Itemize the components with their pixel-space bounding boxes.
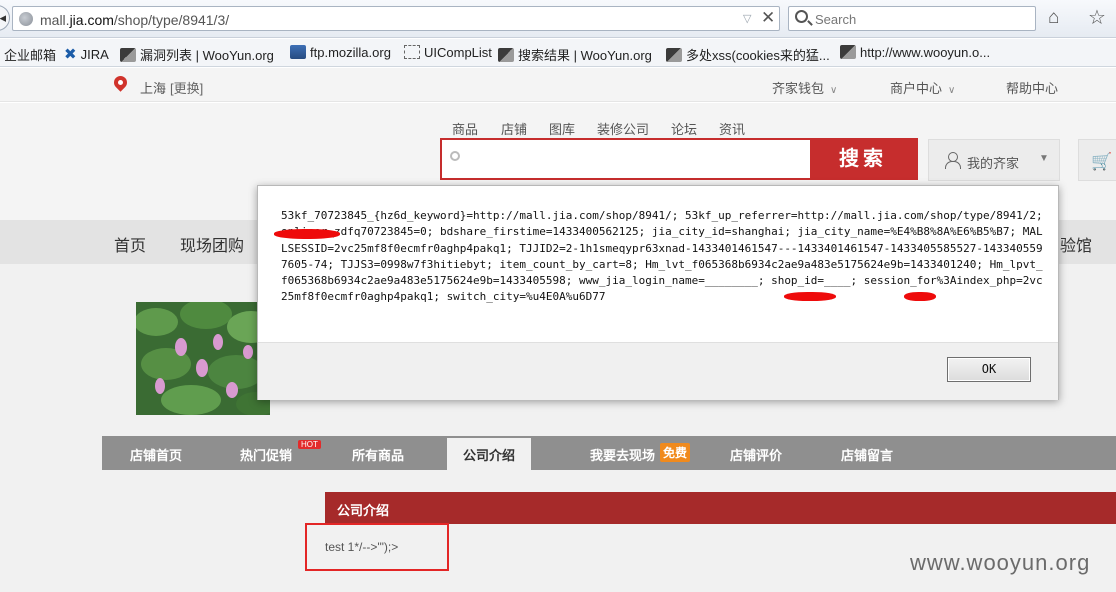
city-switch-link[interactable]: [更换] — [170, 81, 203, 96]
jira-icon: ✖ — [64, 46, 77, 63]
cart-icon: 🛒 — [1091, 152, 1113, 171]
globe-icon — [19, 12, 33, 26]
search-placeholder: Search — [815, 12, 857, 27]
bookmark-item[interactable]: http://www.wooyun.o... — [840, 45, 990, 60]
wooyun-icon — [840, 45, 856, 59]
bookmark-item[interactable]: 多处xss(cookies来的猛... — [666, 45, 830, 64]
section-title: 公司介绍 — [337, 503, 390, 518]
alert-dialog: 53kf_70723845_{hz6d_keyword}=http://mall… — [257, 185, 1059, 400]
url-dropdown-icon[interactable]: ▽ — [743, 12, 751, 25]
free-badge: 免费 — [660, 443, 691, 462]
search-button[interactable]: 搜索 — [810, 140, 916, 178]
chevron-down-icon: ∨ — [948, 85, 956, 96]
bookmark-item[interactable]: 企业邮箱 — [4, 45, 56, 64]
user-icon — [945, 152, 961, 169]
home-icon[interactable]: ⌂ — [1048, 7, 1059, 29]
shop-tabs: 店铺首页 热门促销 所有商品 公司介绍 我要去现场 店铺评价 店铺留言 — [102, 436, 1116, 470]
tab-company-intro[interactable]: 公司介绍 — [447, 438, 532, 470]
search-icon — [795, 10, 808, 23]
tab-shop-messages[interactable]: 店铺留言 — [841, 445, 893, 464]
ok-button[interactable]: OK — [947, 357, 1031, 382]
bookmark-item[interactable]: 搜索结果 | WooYun.org — [498, 45, 652, 64]
search-icon — [450, 151, 460, 161]
tab-shop-reviews[interactable]: 店铺评价 — [730, 445, 782, 464]
watermark: www.wooyun.org — [910, 550, 1091, 575]
top-link-help[interactable]: 帮助中心 — [1006, 78, 1058, 97]
dialog-footer: OK — [258, 342, 1058, 400]
redaction-mark — [784, 292, 836, 301]
wooyun-icon — [498, 48, 514, 62]
monitor-icon — [290, 45, 306, 59]
browser-search-input[interactable]: Search — [788, 6, 1036, 31]
location-pin-icon — [111, 73, 130, 92]
wooyun-icon — [666, 48, 682, 62]
shop-banner-image — [136, 302, 270, 415]
dashed-box-icon — [404, 45, 420, 59]
nav-item-group-buy[interactable]: 现场团购 — [180, 232, 244, 256]
caret-down-icon: ▼ — [1039, 153, 1049, 164]
alert-message: 53kf_70723845_{hz6d_keyword}=http://mall… — [281, 209, 1050, 304]
site-search-input[interactable]: 搜索 — [440, 138, 918, 180]
my-account-button[interactable]: 我的齐家 ▼ — [928, 139, 1060, 181]
star-icon[interactable]: ☆ — [1088, 5, 1106, 30]
bookmark-item[interactable]: UICompList — [404, 45, 492, 60]
tab-all-products[interactable]: 所有商品 — [352, 445, 404, 464]
bookmark-item[interactable]: 漏洞列表 | WooYun.org — [120, 45, 274, 64]
chevron-down-icon: ∨ — [830, 85, 838, 96]
section-header: 公司介绍 — [325, 492, 1116, 524]
search-tab-gallery[interactable]: 图库 — [549, 119, 575, 138]
browser-toolbar: ◂ mall.jia.com/shop/type/8941/3/ ▽ ✕ Sea… — [0, 0, 1116, 38]
company-intro-text: test 1*/-->'");> — [325, 540, 399, 554]
tab-shop-home[interactable]: 店铺首页 — [130, 445, 182, 464]
url-text: mall.jia.com/shop/type/8941/3/ — [40, 12, 230, 28]
address-bar[interactable]: mall.jia.com/shop/type/8941/3/ ▽ ✕ — [12, 6, 780, 31]
lotus-image — [136, 302, 270, 415]
top-link-merchant[interactable]: 商户中心 ∨ — [890, 78, 955, 97]
cart-button[interactable]: 🛒 — [1078, 139, 1116, 181]
search-tab-companies[interactable]: 装修公司 — [597, 119, 649, 138]
city-selector[interactable]: 上海 [更换] — [140, 78, 203, 97]
bookmarks-bar: 企业邮箱 ✖ JIRA 漏洞列表 | WooYun.org ftp.mozilla… — [0, 39, 1116, 67]
bookmark-item[interactable]: ftp.mozilla.org — [290, 45, 391, 60]
my-account-label: 我的齐家 — [967, 156, 1020, 171]
nav-item-experience[interactable]: 验馆 — [1060, 232, 1092, 256]
close-icon[interactable]: ✕ — [761, 8, 775, 28]
site-top-bar: 上海 [更换] 齐家钱包 ∨ 商户中心 ∨ 帮助中心 — [0, 68, 1116, 102]
top-link-wallet[interactable]: 齐家钱包 ∨ — [772, 78, 837, 97]
back-button[interactable]: ◂ — [0, 5, 10, 31]
search-tab-news[interactable]: 资讯 — [719, 119, 745, 138]
tab-hot-promotions[interactable]: 热门促销 — [240, 445, 292, 464]
redaction-mark — [274, 229, 340, 239]
search-tab-goods[interactable]: 商品 — [452, 119, 478, 138]
redaction-mark — [904, 292, 936, 301]
search-tab-shops[interactable]: 店铺 — [501, 119, 527, 138]
wooyun-icon — [120, 48, 136, 62]
bookmark-item[interactable]: ✖ JIRA — [64, 45, 109, 63]
tab-visit-site[interactable]: 我要去现场 — [590, 445, 655, 464]
nav-item-home[interactable]: 首页 — [114, 232, 146, 256]
hot-badge: HOT — [298, 440, 321, 449]
search-tab-forum[interactable]: 论坛 — [671, 119, 697, 138]
